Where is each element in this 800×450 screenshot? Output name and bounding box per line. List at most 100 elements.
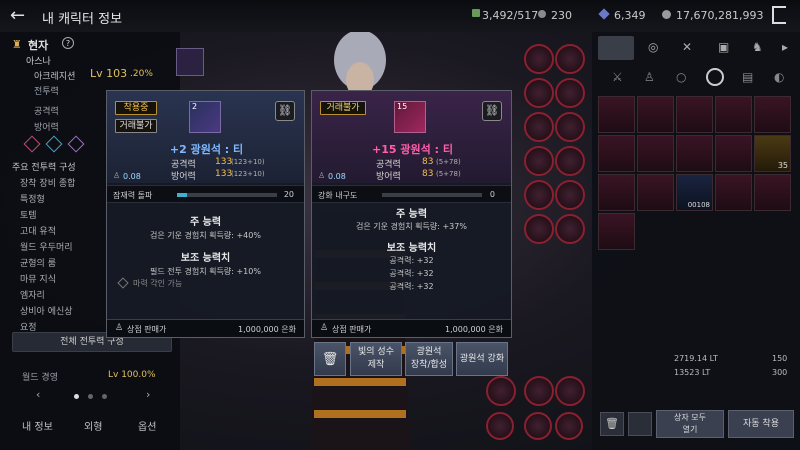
back-arrow-icon[interactable]: ← — [10, 5, 25, 26]
equipment-slot[interactable] — [486, 376, 516, 406]
inventory-slot[interactable] — [676, 135, 713, 172]
sword-filter-icon[interactable]: ⚔ — [612, 70, 623, 84]
class-icon: ♜ — [12, 38, 22, 51]
menu-item[interactable]: 마뮤 지식 — [20, 272, 56, 285]
lightstone-equip-merge-button[interactable]: 광원석 장착/합성 — [405, 342, 453, 376]
equipment-slot[interactable] — [555, 180, 585, 210]
menu-item[interactable]: 월드 우두머리 — [20, 240, 73, 253]
link-icon[interactable]: ⛓ — [275, 101, 295, 121]
equipment-slot[interactable] — [524, 180, 554, 210]
equipment-slot[interactable] — [524, 112, 554, 142]
help-icon[interactable]: ? — [62, 37, 74, 49]
tools-tab-icon[interactable]: ✕ — [682, 40, 692, 54]
inventory-slot[interactable] — [754, 174, 791, 211]
chest-tab-icon[interactable]: ▣ — [718, 40, 729, 54]
more-tab-icon[interactable]: ▸ — [782, 40, 788, 54]
equipment-slot[interactable] — [524, 44, 554, 74]
inventory-slot[interactable] — [637, 135, 674, 172]
menu-item[interactable]: 토템 — [20, 208, 37, 221]
silver-icon — [662, 10, 671, 19]
tab-options[interactable]: 옵션 — [138, 418, 156, 433]
equipment-slot[interactable] — [524, 146, 554, 176]
inventory-slot[interactable]: 35 — [754, 135, 791, 172]
chevron-right-icon[interactable]: › — [146, 388, 150, 401]
item-level: 2 — [192, 102, 198, 111]
equipment-slot[interactable] — [524, 376, 554, 406]
equipment-slot[interactable] — [524, 214, 554, 244]
sell-price-value: 1,000,000 은화 — [238, 325, 296, 334]
inventory-slot[interactable] — [715, 174, 752, 211]
tab-equipment[interactable] — [598, 36, 634, 60]
menu-item[interactable]: 특정형 — [20, 192, 45, 205]
equipment-slot[interactable] — [524, 412, 552, 440]
potential-row: 잠재력 돌파 20 — [107, 185, 304, 203]
delete-button[interactable]: 🗑 — [314, 342, 346, 376]
main-ability-line: 검은 기운 경험치 획득량: +40% — [150, 231, 261, 240]
inventory-slot[interactable] — [598, 174, 635, 211]
item-icon: 15 — [394, 101, 426, 133]
box-icon[interactable] — [628, 412, 652, 436]
book-filter-icon[interactable]: ▤ — [742, 70, 753, 84]
potential-bar — [177, 193, 277, 197]
armor-filter-icon[interactable]: ♙ — [644, 70, 655, 84]
trash-icon[interactable]: 🗑 — [600, 412, 624, 436]
equipment-slot[interactable] — [555, 376, 585, 406]
ring-tab-icon[interactable]: ◎ — [648, 40, 658, 54]
orb-filter-icon[interactable]: ◐ — [774, 70, 784, 84]
stat-a2: 150 — [772, 354, 788, 363]
tooltip-footer: ♙ 상점 판매가 1,000,000 은화 — [312, 319, 511, 337]
potential-label: 잠재력 돌파 — [113, 191, 153, 200]
coin-count: 230 — [551, 9, 572, 22]
gem-slot-icon[interactable] — [45, 135, 63, 153]
chevron-left-icon[interactable]: ‹ — [36, 388, 40, 401]
gem-slot-icon[interactable] — [23, 135, 41, 153]
menu-item[interactable]: 엠자리 — [20, 288, 45, 301]
equipment-slot[interactable] — [555, 112, 585, 142]
equipment-slot[interactable] — [486, 412, 514, 440]
menu-item[interactable]: 장착 장비 종합 — [20, 176, 75, 189]
tab-my-info[interactable]: 내 정보 — [22, 418, 53, 433]
inventory-slot[interactable] — [598, 135, 635, 172]
gem-slot-icon[interactable] — [67, 135, 85, 153]
inventory-slot[interactable]: 00108 — [676, 174, 713, 211]
title-emblem-icon[interactable] — [176, 48, 204, 76]
menu-item[interactable]: 균형의 룸 — [20, 256, 56, 269]
equipment-slot[interactable] — [555, 146, 585, 176]
item-weight: 0.08 — [123, 172, 141, 181]
holy-water-craft-button[interactable]: 빛의 성수 제작 — [350, 342, 402, 376]
equipment-slot[interactable] — [555, 78, 585, 108]
equipment-slot[interactable] — [555, 412, 583, 440]
gem-filter-icon[interactable] — [706, 68, 724, 86]
ring-filter-icon[interactable]: ○ — [676, 70, 686, 84]
sub-ability-line: 공격력: +32 — [389, 282, 434, 291]
lightstone-enhance-button[interactable]: 광원석 강화 — [456, 342, 508, 376]
equipment-slot[interactable] — [555, 214, 585, 244]
inventory-slot[interactable] — [637, 174, 674, 211]
inventory-slot[interactable] — [598, 213, 635, 250]
equipment-slot[interactable] — [555, 44, 585, 74]
stat-b2: 300 — [772, 368, 788, 377]
auto-equip-button[interactable]: 자동 착용 — [728, 410, 794, 438]
link-icon[interactable]: ⛓ — [482, 101, 502, 121]
sell-price-label: 상점 판매가 — [332, 325, 372, 334]
mount-tab-icon[interactable]: ♞ — [752, 40, 763, 54]
inventory-slot[interactable] — [676, 96, 713, 133]
engrave-available: 마력 각인 가능 — [133, 279, 183, 288]
inventory-slot[interactable] — [754, 96, 791, 133]
item-tooltip-equipped: 착용중 거래불가 2 ⛓ +2 광원석 : 티 공격력 133 (123+10)… — [106, 90, 305, 338]
menu-item[interactable]: 상비아 에신상 — [20, 304, 73, 317]
screen: ← 내 캐릭터 정보 3,492/517 230 6,349 17,670,28… — [0, 0, 800, 450]
inventory-slot[interactable] — [598, 96, 635, 133]
inventory-slot[interactable] — [715, 135, 752, 172]
inventory-slot[interactable] — [637, 96, 674, 133]
durability-row: 강화 내구도 0 — [312, 185, 511, 203]
equipment-slot[interactable] — [524, 78, 554, 108]
menu-item[interactable]: 고대 유적 — [20, 224, 56, 237]
open-all-boxes-button[interactable]: 상자 모두 열기 — [656, 410, 724, 438]
item-level: 15 — [397, 102, 408, 111]
tab-appearance[interactable]: 외형 — [84, 418, 102, 433]
exit-icon[interactable] — [772, 6, 786, 24]
item-title: +15 광원석 : 티 — [372, 143, 453, 156]
inventory-slot[interactable] — [715, 96, 752, 133]
menu-header: 주요 전투력 구성 — [12, 163, 76, 173]
